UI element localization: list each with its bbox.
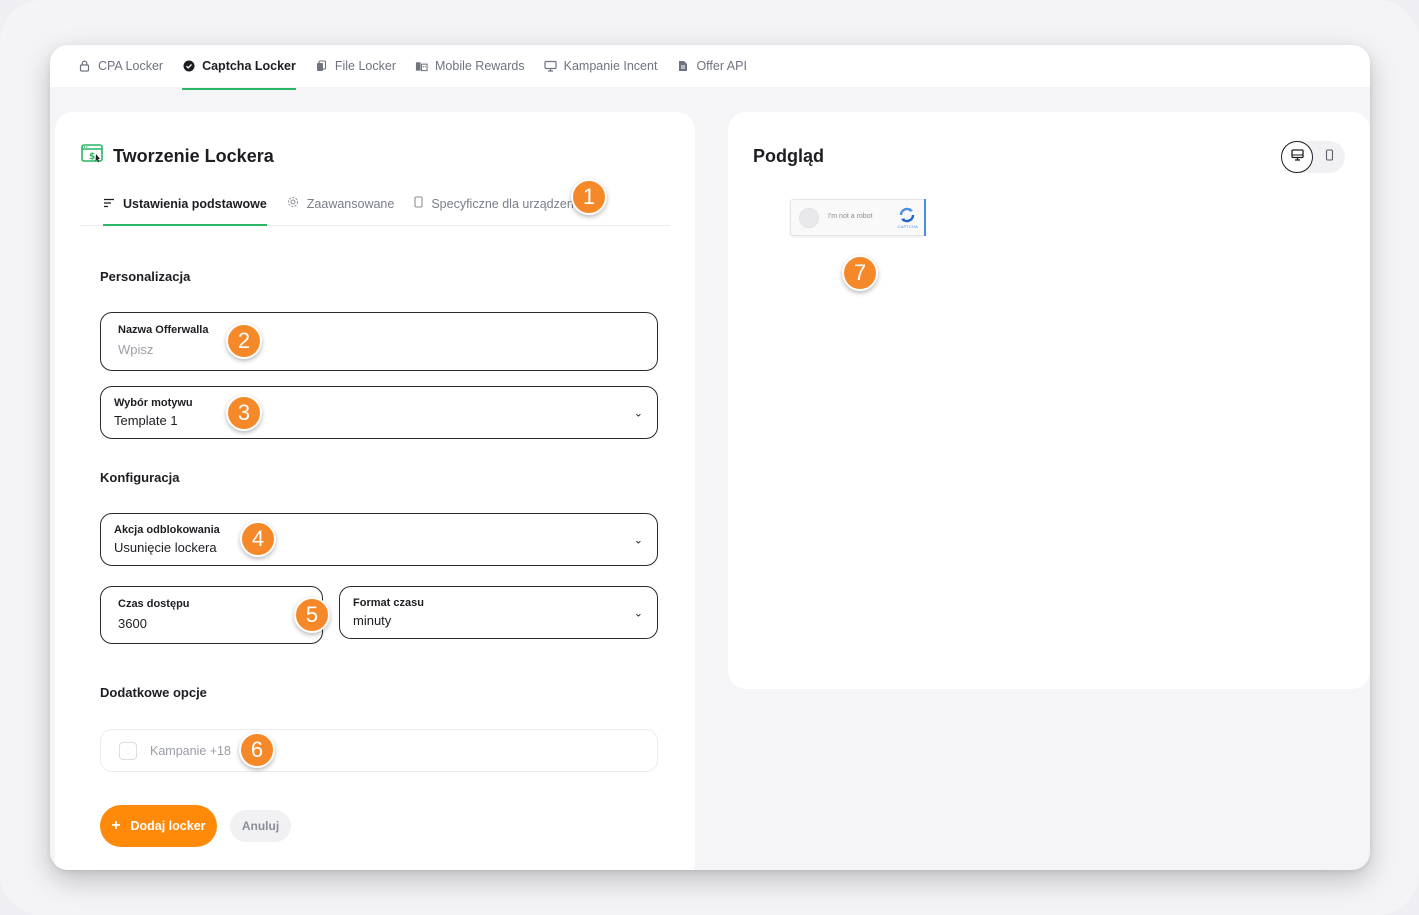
nav-item-captcha-locker[interactable]: Captcha Locker — [182, 45, 296, 90]
access-time-field[interactable]: Czas dostępu 3600 — [100, 586, 323, 644]
theme-select-value: Template 1 — [114, 413, 178, 428]
section-configuration: Konfiguracja — [100, 470, 180, 485]
files-icon — [315, 60, 328, 73]
nav-item-mobile-rewards[interactable]: Mobile Rewards — [415, 45, 525, 87]
mobile-view-button[interactable] — [1313, 141, 1345, 173]
offerwall-name-field[interactable]: Nazwa Offerwalla Wpisz — [100, 312, 658, 371]
tab-advanced[interactable]: Zaawansowane — [287, 182, 395, 225]
buildings-icon — [415, 60, 428, 73]
annotation-badge-5: 5 — [294, 597, 330, 633]
annotation-badge-4: 4 — [240, 521, 276, 557]
device-toggle — [1281, 141, 1345, 173]
phone-icon — [1325, 148, 1334, 166]
sort-lines-icon — [103, 197, 115, 211]
nav-item-file-locker[interactable]: File Locker — [315, 45, 396, 87]
nav-item-label: Offer API — [696, 59, 747, 73]
unlock-action-value: Usunięcie lockera — [114, 540, 217, 555]
chevron-down-icon: ⌄ — [633, 407, 643, 419]
captcha-checkbox[interactable] — [799, 208, 819, 228]
field-label: Akcja odblokowania — [114, 524, 220, 536]
captcha-brand: CAPTCHA — [897, 224, 918, 229]
captcha-text: I'm not a robot — [828, 213, 873, 220]
document-icon — [676, 60, 689, 73]
nav-item-label: Captcha Locker — [202, 59, 296, 73]
section-personalization: Personalizacja — [100, 269, 191, 284]
tab-label: Specyficzne dla urządzenia — [431, 196, 584, 211]
nav-item-label: Kampanie Incent — [563, 59, 658, 73]
adult-campaigns-checkbox[interactable] — [119, 742, 137, 760]
annotation-badge-7: 7 — [842, 255, 878, 291]
theme-select[interactable]: Wybór motywu Template 1 ⌄ — [100, 386, 658, 439]
nav-item-cpa-locker[interactable]: CPA Locker — [78, 45, 163, 87]
tab-label: Ustawienia podstawowe — [123, 196, 267, 211]
field-label: Format czasu — [353, 597, 424, 609]
nav-item-offer-api[interactable]: Offer API — [676, 45, 747, 87]
annotation-badge-1: 1 — [571, 179, 607, 215]
nav-item-label: Mobile Rewards — [435, 59, 525, 73]
captcha-widget-preview[interactable]: I'm not a robot CAPTCHA — [790, 199, 926, 236]
preview-card: Podgląd I'm not a robot CAPTCHA — [728, 112, 1370, 689]
offerwall-name-placeholder: Wpisz — [118, 342, 154, 357]
add-locker-button[interactable]: Dodaj locker — [100, 805, 217, 847]
preview-title: Podgląd — [753, 146, 824, 166]
field-label: Nazwa Offerwalla — [118, 324, 209, 336]
top-nav: CPA Locker Captcha Locker File Locker Mo… — [50, 45, 1370, 90]
annotation-badge-2: 2 — [226, 323, 262, 359]
page-title-text: Tworzenie Lockera — [113, 146, 274, 166]
annotation-badge-6: 6 — [239, 732, 275, 768]
chevron-down-icon: ⌄ — [633, 534, 643, 546]
locker-form-card: $ Tworzenie Lockera Ustawienia podstawow… — [55, 112, 695, 870]
plus-icon — [111, 819, 121, 833]
field-label: Czas dostępu — [118, 598, 190, 610]
annotation-badge-3: 3 — [226, 395, 262, 431]
nav-item-label: File Locker — [334, 59, 396, 73]
monitor-icon — [544, 60, 557, 73]
nav-item-label: CPA Locker — [98, 59, 164, 73]
tab-device-specific[interactable]: Specyficzne dla urządzenia — [414, 182, 584, 225]
unlock-action-select[interactable]: Akcja odblokowania Usunięcie lockera ⌄ — [100, 513, 658, 566]
monitor-icon — [1290, 148, 1304, 166]
cancel-button[interactable]: Anuluj — [230, 810, 291, 842]
tab-label: Zaawansowane — [306, 196, 395, 211]
time-format-value: minuty — [353, 613, 392, 628]
checkbox-label: Kampanie +18 — [150, 744, 231, 758]
phone-icon — [414, 196, 423, 211]
adult-campaigns-option[interactable]: Kampanie +18 — [100, 729, 658, 772]
page-title: $ Tworzenie Lockera — [81, 144, 274, 169]
browser-dollar-icon: $ — [81, 144, 103, 169]
svg-text:$: $ — [89, 152, 95, 162]
gear-icon — [287, 196, 299, 211]
time-format-select[interactable]: Format czasu minuty ⌄ — [339, 586, 658, 639]
nav-item-kampanie-incent[interactable]: Kampanie Incent — [544, 45, 658, 87]
lock-icon — [78, 60, 91, 73]
desktop-view-button[interactable] — [1281, 141, 1313, 173]
section-additional-options: Dodatkowe opcje — [100, 685, 207, 700]
add-locker-label: Dodaj locker — [130, 819, 206, 833]
field-label: Wybór motywu — [114, 397, 193, 409]
check-circle-icon — [182, 60, 195, 73]
chevron-down-icon: ⌄ — [633, 607, 643, 619]
tab-basic-settings[interactable]: Ustawienia podstawowe — [103, 182, 267, 226]
access-time-value: 3600 — [118, 616, 147, 631]
